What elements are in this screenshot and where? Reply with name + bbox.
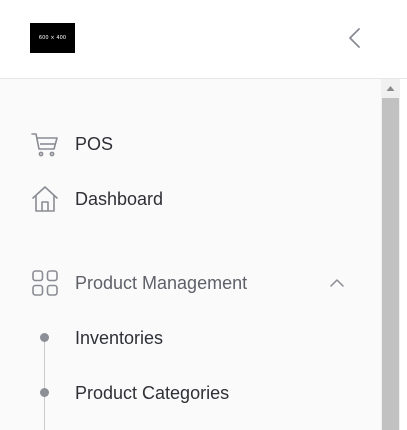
- submenu-item-inventories[interactable]: Inventories: [75, 328, 163, 349]
- submenu-bullet: [40, 333, 49, 342]
- grid-icon: [32, 270, 58, 296]
- submenu-bullet: [40, 388, 49, 397]
- sidebar-header: 600 × 400: [0, 0, 407, 79]
- sidebar-item-pos[interactable]: POS: [30, 129, 113, 159]
- submenu-item-product-categories[interactable]: Product Categories: [75, 383, 229, 404]
- sidebar-item-product-management[interactable]: Product Management: [30, 268, 247, 298]
- chevron-up-icon[interactable]: [329, 275, 345, 291]
- submenu-connector-line: [44, 338, 45, 430]
- sidebar-item-label: Dashboard: [75, 188, 164, 209]
- sidebar-item-label: Product Management: [75, 272, 248, 293]
- shopping-cart-icon: [31, 133, 58, 157]
- sidebar-item-label: POS: [75, 133, 114, 154]
- home-icon: [32, 186, 58, 212]
- scrollbar-thumb[interactable]: [382, 98, 399, 430]
- chevron-left-icon[interactable]: [344, 26, 366, 50]
- vertical-scrollbar[interactable]: [381, 79, 400, 430]
- sidebar-edge: [400, 79, 407, 430]
- scroll-up-arrow-icon[interactable]: [381, 79, 400, 97]
- sidebar-nav: POS Dashboard Product Management Invento…: [0, 79, 381, 430]
- sidebar-item-dashboard[interactable]: Dashboard: [30, 184, 163, 214]
- logo[interactable]: 600 × 400: [30, 23, 75, 53]
